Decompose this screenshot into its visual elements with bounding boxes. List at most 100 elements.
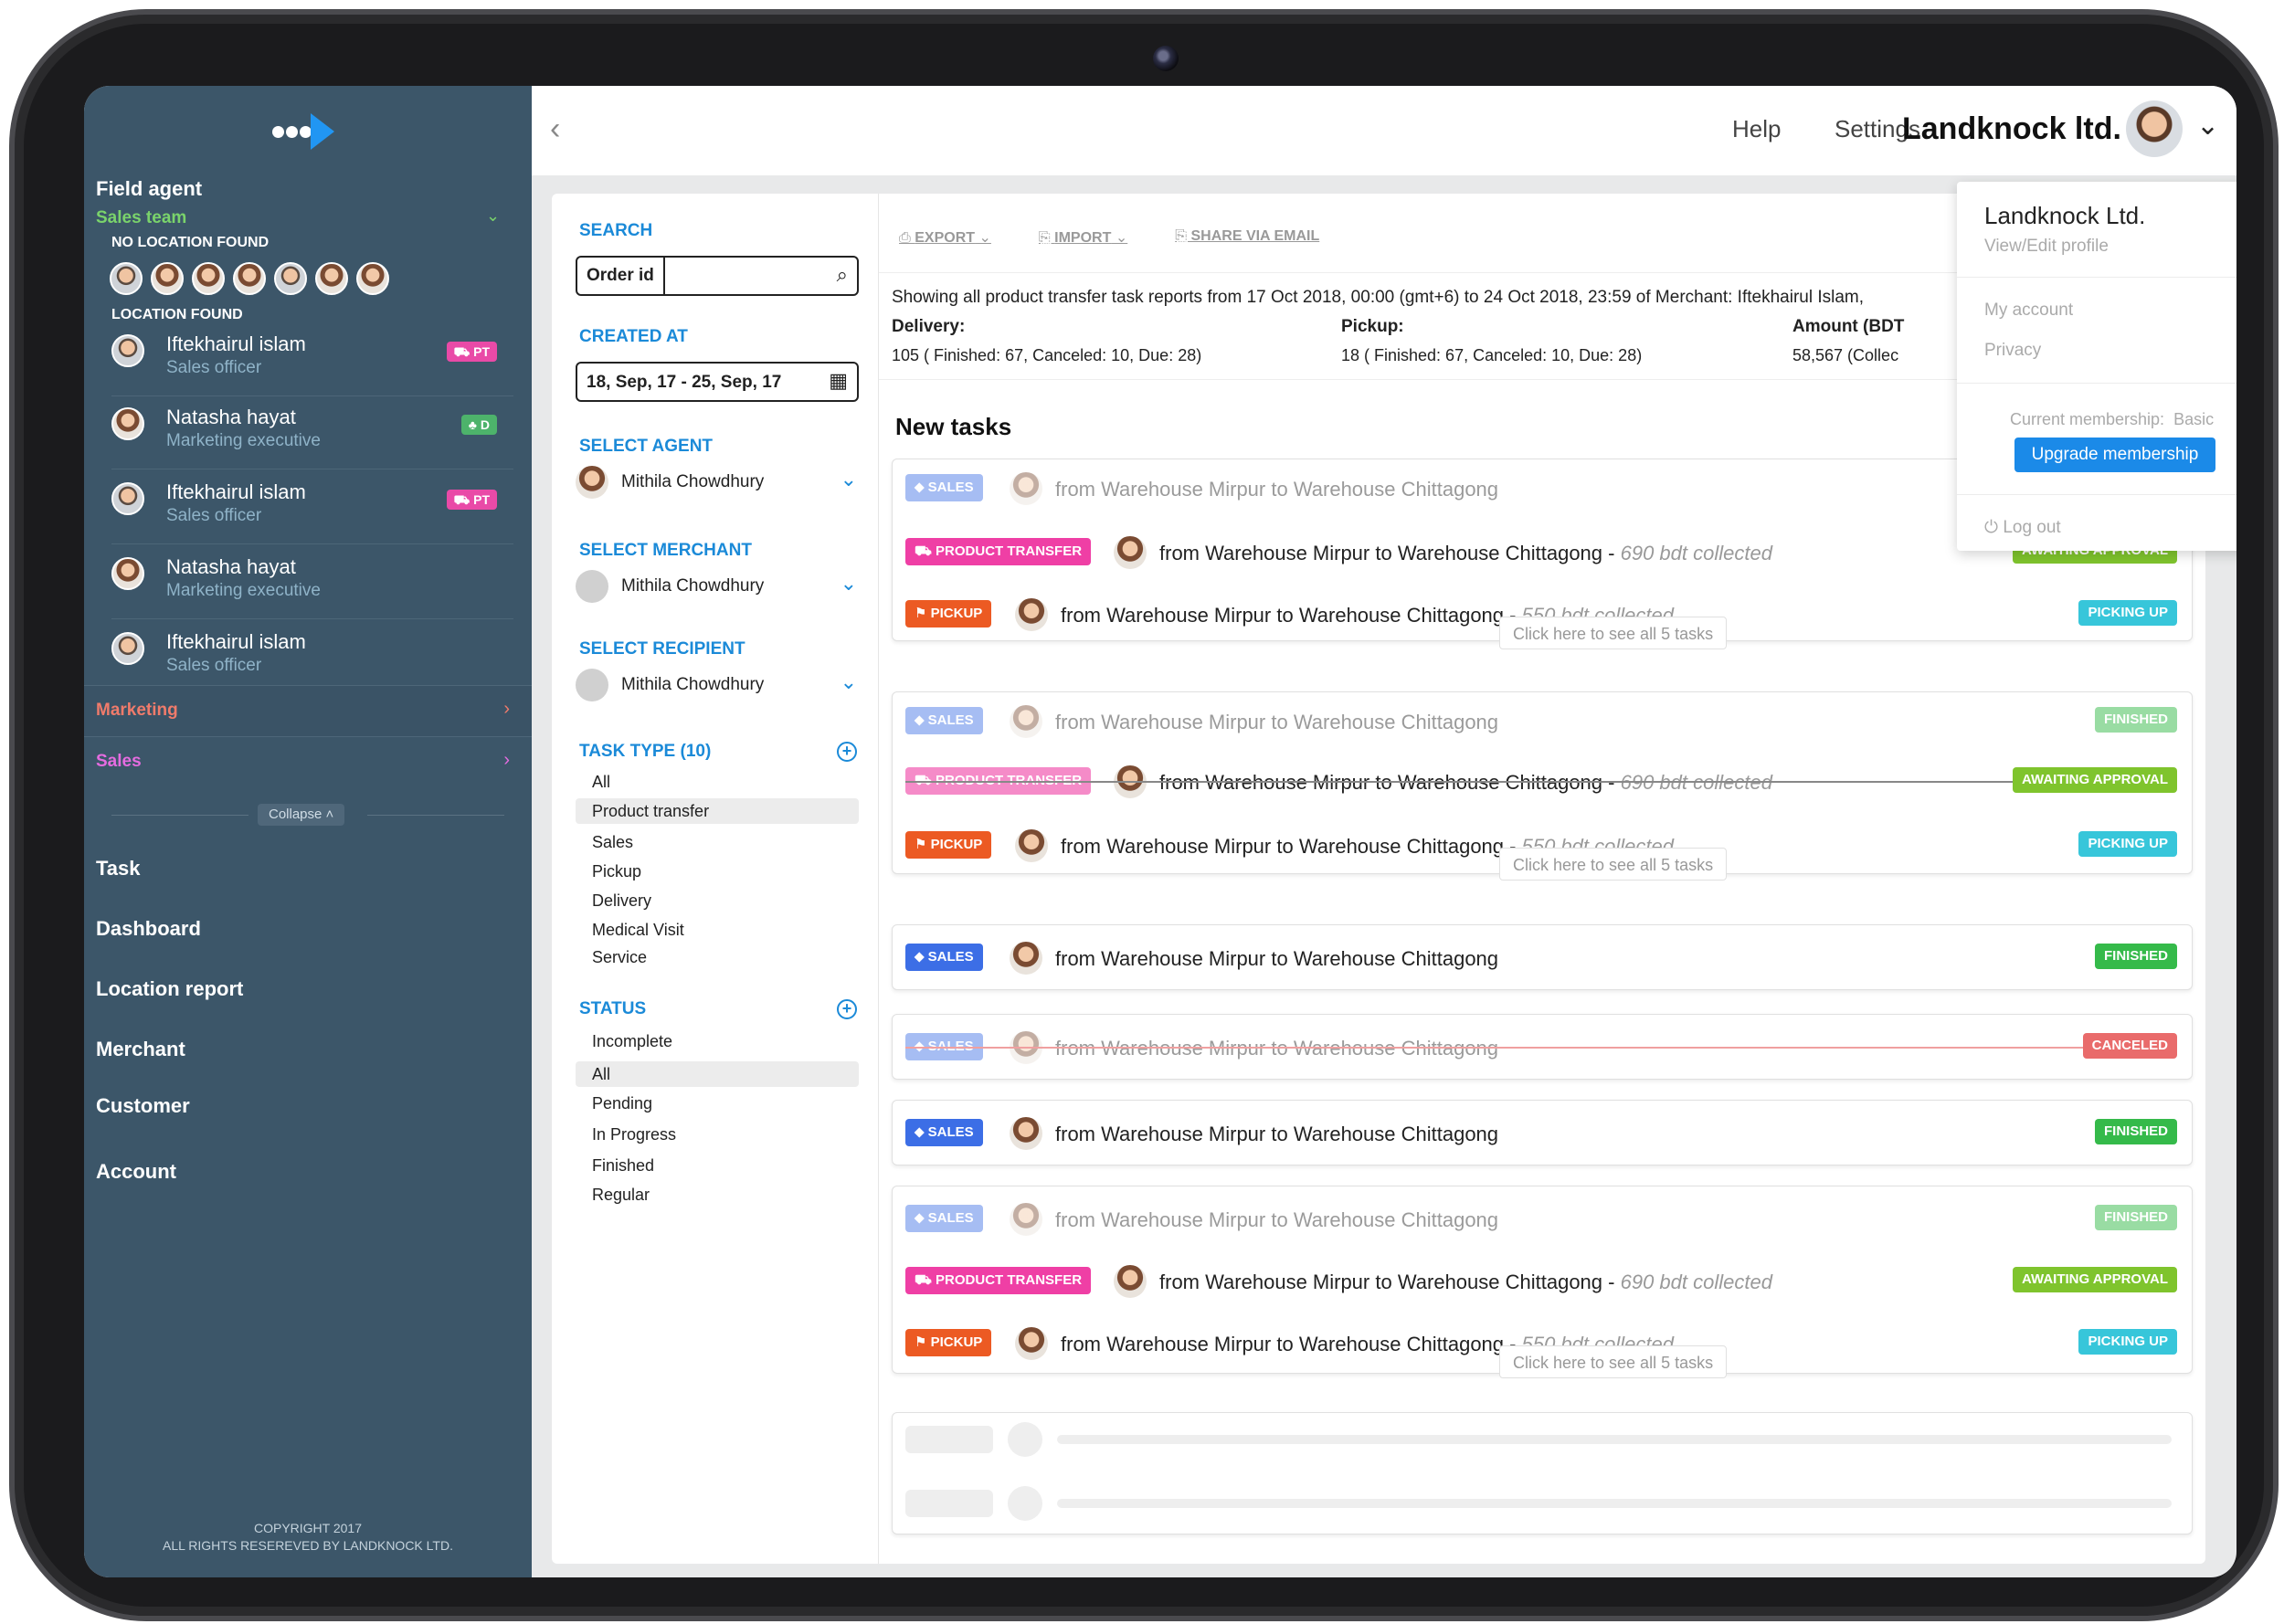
- chevron-down-icon[interactable]: ⌄: [2196, 110, 2219, 142]
- agent-item[interactable]: Natasha hayat Marketing executive ♣ D: [111, 398, 513, 469]
- search-type-select[interactable]: Order id: [577, 258, 665, 294]
- status-option[interactable]: Pending: [576, 1091, 859, 1116]
- upgrade-membership-button[interactable]: Upgrade membership: [2014, 438, 2215, 472]
- agent-item[interactable]: Natasha hayat Marketing executive: [111, 548, 513, 619]
- task-type-option[interactable]: Delivery: [576, 888, 859, 913]
- agent-select[interactable]: Mithila Chowdhury ⌄: [576, 464, 859, 501]
- nav-location-report[interactable]: Location report: [96, 977, 243, 1001]
- sales-tag: ⬥ SALES: [905, 1205, 983, 1232]
- see-all-tasks-link[interactable]: Click here to see all 5 tasks: [1499, 1345, 1728, 1378]
- unlocated-agents: [110, 262, 389, 295]
- chevron-down-icon: ⌄: [840, 572, 857, 595]
- nav-customer[interactable]: Customer: [96, 1094, 190, 1118]
- membership-value: Basic: [2173, 410, 2215, 428]
- nav-dashboard[interactable]: Dashboard: [96, 917, 201, 941]
- pickup-value: 18 ( Finished: 67, Canceled: 10, Due: 28…: [1341, 346, 1643, 364]
- task-group-card[interactable]: ⬥ SALES from Warehouse Mirpur to Warehou…: [892, 691, 2194, 881]
- help-link[interactable]: Help: [1732, 115, 1781, 143]
- skeleton-line: [1057, 1499, 2172, 1508]
- delivery-summary: Delivery: 105 ( Finished: 67, Canceled: …: [892, 317, 1201, 365]
- see-all-tasks-link[interactable]: Click here to see all 5 tasks: [1499, 848, 1728, 881]
- view-edit-profile-link[interactable]: View/Edit profile: [1984, 237, 2109, 257]
- copyright-line: COPYRIGHT 2017: [253, 1521, 362, 1535]
- agent-role: Sales officer: [166, 656, 262, 675]
- task-row[interactable]: ⛟ PRODUCT TRANSFER from Warehouse Mirpur…: [893, 753, 2194, 807]
- import-button[interactable]: ⎘ IMPORT ⌄: [1039, 228, 1127, 247]
- collapse-button[interactable]: Collapse ˄: [258, 804, 345, 826]
- back-arrow-icon[interactable]: ‹: [550, 111, 560, 147]
- pickup-summary: Pickup: 18 ( Finished: 67, Canceled: 10,…: [1341, 317, 1642, 365]
- finished-status: FINISHED: [2094, 1119, 2177, 1144]
- agent-item[interactable]: Iftekhairul islam Sales officer: [111, 623, 513, 694]
- logout-button[interactable]: ⏻ Log out: [1984, 518, 2061, 538]
- task-row[interactable]: ⛟ PRODUCT TRANSFER from Warehouse Mirpur…: [893, 1252, 2194, 1307]
- task-type-option[interactable]: Medical Visit: [576, 917, 859, 943]
- delivery-value: 105 ( Finished: 67, Canceled: 10, Due: 2…: [892, 346, 1202, 364]
- search-box[interactable]: Order id ⌕: [576, 256, 859, 296]
- see-all-tasks-link[interactable]: Click here to see all 5 tasks: [1499, 617, 1728, 649]
- user-avatar[interactable]: [2126, 100, 2183, 157]
- avatar: [111, 632, 144, 665]
- new-tasks-heading: New tasks: [895, 413, 1012, 440]
- avatar[interactable]: [315, 262, 348, 295]
- recipient-select[interactable]: Mithila Chowdhury ⌄: [576, 667, 859, 703]
- team-selector[interactable]: Sales team: [96, 208, 186, 228]
- merchant-select[interactable]: Mithila Chowdhury ⌄: [576, 568, 859, 605]
- agent-item[interactable]: Iftekhairul islam Sales officer ⛟ PT: [111, 325, 513, 396]
- privacy-link[interactable]: Privacy: [1984, 341, 2041, 361]
- task-type-option[interactable]: Sales: [576, 829, 859, 855]
- divider: [367, 815, 504, 816]
- status-option[interactable]: Finished: [576, 1153, 859, 1178]
- picking-up-status: PICKING UP: [2078, 831, 2177, 857]
- date-range-input[interactable]: 18, Sep, 17 - 25, Sep, 17 ▦: [576, 362, 859, 402]
- avatar[interactable]: [151, 262, 184, 295]
- status-option[interactable]: All: [576, 1061, 859, 1087]
- task-row[interactable]: ⬥ SALES from Warehouse Mirpur to Warehou…: [893, 692, 2194, 747]
- chevron-down-icon[interactable]: ⌄: [486, 206, 500, 226]
- avatar[interactable]: [192, 262, 225, 295]
- agent-name: Iftekhairul islam: [166, 332, 306, 355]
- task-type-option[interactable]: All: [576, 769, 859, 795]
- task-card[interactable]: ⬥ SALES from Warehouse Mirpur to Warehou…: [892, 1100, 2193, 1165]
- task-row[interactable]: ⬥ SALES from Warehouse Mirpur to Warehou…: [893, 929, 2194, 984]
- avatar[interactable]: [233, 262, 266, 295]
- share-email-button[interactable]: ⎘ SHARE VIA EMAIL: [1175, 228, 1319, 247]
- sidebar-group-sales[interactable]: Sales ›: [84, 736, 532, 787]
- skeleton-avatar: [1008, 1486, 1042, 1521]
- task-row[interactable]: ⬥ SALES from Warehouse Mirpur to Warehou…: [893, 1104, 2194, 1159]
- share-label: SHARE VIA EMAIL: [1190, 228, 1320, 244]
- calendar-icon[interactable]: ▦: [829, 369, 848, 393]
- export-label: EXPORT: [915, 230, 976, 246]
- avatar[interactable]: [110, 262, 143, 295]
- task-row[interactable]: ⬥ SALES from Warehouse Mirpur to Warehou…: [893, 1190, 2194, 1245]
- task-type-option[interactable]: Pickup: [576, 859, 859, 884]
- search-icon[interactable]: ⌕: [837, 263, 848, 287]
- amount-summary: Amount (BDT 58,567 (Collec: [1792, 317, 1904, 365]
- export-button[interactable]: ⎙ EXPORT ⌄: [899, 228, 991, 247]
- agent-item[interactable]: Iftekhairul islam Sales officer ⛟ PT: [111, 473, 513, 544]
- nav-merchant[interactable]: Merchant: [96, 1038, 185, 1061]
- task-type-option[interactable]: Service: [576, 944, 859, 970]
- task-card[interactable]: ⬥ SALES from Warehouse Mirpur to Warehou…: [892, 924, 2193, 990]
- avatar[interactable]: [356, 262, 389, 295]
- pickup-tag: ⚑ PICKUP: [905, 600, 992, 627]
- company-name[interactable]: Landknock ltd.: [1902, 111, 2121, 147]
- nav-account[interactable]: Account: [96, 1160, 176, 1184]
- task-group-card[interactable]: ⬥ SALES from Warehouse Mirpur to Warehou…: [892, 1186, 2194, 1378]
- select-recipient-label: SELECT RECIPIENT: [579, 639, 745, 659]
- status-option[interactable]: Regular: [576, 1182, 859, 1207]
- sidebar-group-marketing[interactable]: Marketing ›: [84, 685, 532, 736]
- my-account-link[interactable]: My account: [1984, 301, 2073, 321]
- add-task-type-icon[interactable]: +: [837, 742, 857, 762]
- status-option[interactable]: In Progress: [576, 1122, 859, 1147]
- task-type-option[interactable]: Product transfer: [576, 798, 859, 824]
- avatar: [1015, 598, 1048, 631]
- avatar[interactable]: [274, 262, 307, 295]
- strikethrough-line: [905, 781, 2075, 783]
- task-row[interactable]: ⬥ SALES from Warehouse Mirpur to Warehou…: [893, 1018, 2194, 1073]
- agent-role: Marketing executive: [166, 431, 321, 450]
- status-option[interactable]: Incomplete: [576, 1028, 859, 1054]
- task-card[interactable]: ⬥ SALES from Warehouse Mirpur to Warehou…: [892, 1014, 2193, 1080]
- nav-task[interactable]: Task: [96, 857, 141, 881]
- add-status-icon[interactable]: +: [837, 999, 857, 1019]
